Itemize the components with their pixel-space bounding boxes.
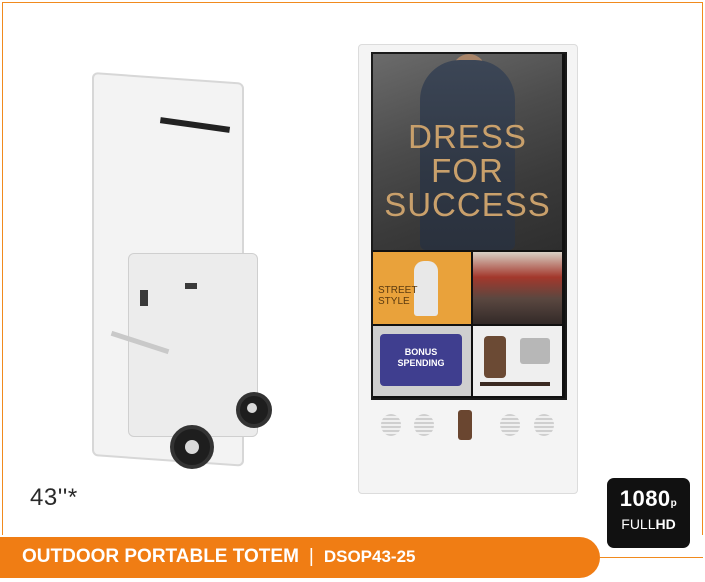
right-border <box>702 2 703 535</box>
card-line1: BONUS <box>404 347 438 357</box>
badge-resolution-number: 1080 <box>619 486 671 511</box>
wheel-front-hub <box>185 440 199 454</box>
lock-icon <box>140 290 148 306</box>
badge-sub-bold: HD <box>655 516 676 532</box>
port-icon <box>185 283 197 289</box>
tile1-line1: STREET <box>378 285 418 296</box>
speaker-icon <box>381 414 401 436</box>
tile-clothing-rack <box>473 252 562 324</box>
card-line2: SPENDING <box>397 358 445 368</box>
banner-separator: | <box>308 546 314 567</box>
banner-text: OUTDOOR PORTABLE TOTEM | DSOP43-25 <box>22 546 416 568</box>
tile-person <box>414 261 438 316</box>
boot-image <box>484 336 506 378</box>
tile-street-style-text: STREET STYLE <box>378 285 417 307</box>
left-border <box>2 2 3 535</box>
speaker-icon <box>500 414 520 436</box>
wheel-rear-hub <box>247 403 257 413</box>
headline-line1: DRESS FOR <box>408 118 527 189</box>
tile1-line2: STYLE <box>378 296 410 307</box>
badge-resolution-suffix: p <box>670 498 678 509</box>
card-slot-icon <box>458 410 472 440</box>
belt-image <box>480 382 550 386</box>
screen-headline: DRESS FOR SUCCESS <box>373 120 562 222</box>
product-sheet: DRESS FOR SUCCESS STREET STYLE BONUS SPE… <box>0 0 705 582</box>
banner-line <box>600 557 703 558</box>
headline-line2: SUCCESS <box>384 186 551 223</box>
badge-sub-prefix: FULL <box>621 516 656 532</box>
screen-size-label: 43''* <box>30 484 78 511</box>
product-banner: OUTDOOR PORTABLE TOTEM | DSOP43-25 <box>0 537 600 578</box>
banner-code: DSOP43-25 <box>323 547 416 566</box>
full-hd-badge: 1080p FULLHD <box>607 478 690 548</box>
shirt-image <box>520 338 550 364</box>
badge-resolution: 1080p <box>607 486 690 512</box>
banner-title: OUTDOOR PORTABLE TOTEM <box>22 546 299 567</box>
top-border <box>2 2 703 3</box>
speaker-icon <box>414 414 434 436</box>
badge-subtitle: FULLHD <box>607 516 690 532</box>
speaker-icon <box>534 414 554 436</box>
bonus-card-text: BONUS SPENDING <box>380 347 462 369</box>
